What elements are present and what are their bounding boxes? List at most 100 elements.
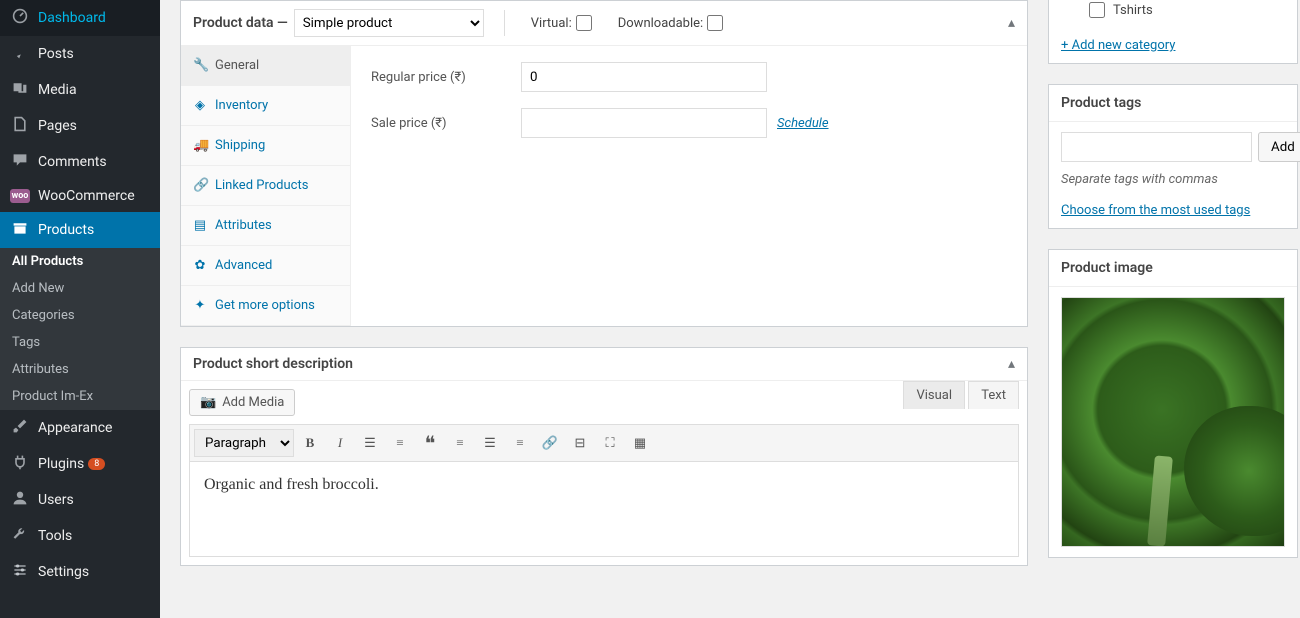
sub-categories[interactable]: Categories: [0, 302, 160, 329]
quote-button[interactable]: ❝: [416, 429, 444, 457]
products-submenu: All Products Add New Categories Tags Att…: [0, 248, 160, 410]
short-description-panel: Product short description ▴ 📷Add Media Vi…: [180, 347, 1028, 566]
menu-users[interactable]: Users: [0, 482, 160, 518]
choose-tags-link[interactable]: Choose from the most used tags: [1061, 203, 1250, 218]
sub-product-imex[interactable]: Product Im-Ex: [0, 383, 160, 410]
link-icon: 🔗: [193, 178, 207, 193]
woo-icon: woo: [10, 189, 30, 203]
menu-label: Products: [38, 222, 94, 238]
tab-inventory[interactable]: ◈Inventory: [181, 86, 350, 126]
media-icon: [10, 80, 30, 100]
dashboard-icon: [10, 8, 30, 28]
add-category-link[interactable]: + Add new category: [1061, 38, 1175, 53]
sub-attributes[interactable]: Attributes: [0, 356, 160, 383]
panel-toggle-icon[interactable]: ▴: [1008, 15, 1015, 31]
sparkle-icon: ✦: [193, 298, 207, 313]
product-image-box: Product image: [1048, 249, 1298, 558]
menu-plugins[interactable]: Plugins 8: [0, 446, 160, 482]
tab-get-more[interactable]: ✦Get more options: [181, 286, 350, 326]
image-title: Product image: [1049, 250, 1297, 287]
menu-posts[interactable]: Posts: [0, 36, 160, 72]
panel-toggle-icon[interactable]: ▴: [1008, 356, 1015, 372]
plugins-badge: 8: [88, 458, 105, 470]
camera-icon: 📷: [200, 395, 216, 410]
downloadable-checkbox-label[interactable]: Downloadable:: [618, 15, 723, 31]
product-image[interactable]: [1061, 297, 1285, 547]
sliders-icon: [10, 562, 30, 582]
regular-price-input[interactable]: [521, 62, 767, 92]
menu-label: Comments: [38, 154, 107, 170]
schedule-link[interactable]: Schedule: [777, 116, 829, 131]
tags-title: Product tags: [1049, 85, 1297, 122]
virtual-checkbox-label[interactable]: Virtual:: [531, 15, 592, 31]
tab-linked-products[interactable]: 🔗Linked Products: [181, 166, 350, 206]
link-button[interactable]: 🔗: [536, 429, 564, 457]
add-media-button[interactable]: 📷Add Media: [189, 389, 295, 416]
menu-settings[interactable]: Settings: [0, 554, 160, 590]
product-tags-box: Product tags Add Separate tags with comm…: [1048, 84, 1298, 229]
menu-appearance[interactable]: Appearance: [0, 410, 160, 446]
pin-icon: [10, 44, 30, 64]
menu-label: Plugins: [38, 456, 84, 472]
product-data-panel: Product data — Simple product Virtual: D…: [180, 0, 1028, 327]
add-tag-button[interactable]: Add: [1258, 132, 1300, 162]
readmore-button[interactable]: ⊟: [566, 429, 594, 457]
align-center-button[interactable]: ☰: [476, 429, 504, 457]
brush-icon: [10, 418, 30, 438]
toolbar-toggle-button[interactable]: ▦: [626, 429, 654, 457]
inventory-icon: ◈: [193, 98, 207, 113]
editor-tab-visual[interactable]: Visual: [903, 381, 965, 409]
menu-label: Settings: [38, 564, 89, 580]
tab-general[interactable]: 🔧General: [181, 46, 350, 86]
tags-hint: Separate tags with commas: [1061, 172, 1285, 187]
bold-button[interactable]: B: [296, 429, 324, 457]
sub-all-products[interactable]: All Products: [0, 248, 160, 275]
cat-tshirts-checkbox[interactable]: [1089, 2, 1105, 18]
menu-comments[interactable]: Comments: [0, 144, 160, 180]
page-icon: [10, 116, 30, 136]
virtual-checkbox[interactable]: [576, 15, 592, 31]
editor-toolbar: Paragraph B I ☰ ≡ ❝ ≡ ☰ ≡ 🔗 ⊟ ⛶ ▦: [189, 424, 1019, 462]
bullet-list-button[interactable]: ☰: [356, 429, 384, 457]
list-icon: ▤: [193, 218, 207, 233]
menu-pages[interactable]: Pages: [0, 108, 160, 144]
menu-label: Pages: [38, 118, 77, 134]
menu-tools[interactable]: Tools: [0, 518, 160, 554]
number-list-button[interactable]: ≡: [386, 429, 414, 457]
product-data-title: Product data —: [193, 15, 288, 31]
menu-woocommerce[interactable]: wooWooCommerce: [0, 180, 160, 212]
menu-dashboard[interactable]: Dashboard: [0, 0, 160, 36]
menu-label: Media: [38, 82, 77, 98]
gear-icon: ✿: [193, 258, 207, 273]
tab-shipping[interactable]: 🚚Shipping: [181, 126, 350, 166]
user-icon: [10, 490, 30, 510]
menu-products[interactable]: Products: [0, 212, 160, 248]
tags-input[interactable]: [1061, 132, 1252, 162]
menu-label: Posts: [38, 46, 74, 62]
sale-price-label: Sale price (₹): [371, 116, 521, 131]
align-left-button[interactable]: ≡: [446, 429, 474, 457]
align-right-button[interactable]: ≡: [506, 429, 534, 457]
product-data-tabs: 🔧General ◈Inventory 🚚Shipping 🔗Linked Pr…: [181, 46, 351, 326]
editor-content[interactable]: Organic and fresh broccoli.: [189, 462, 1019, 557]
tab-attributes[interactable]: ▤Attributes: [181, 206, 350, 246]
wrench-icon: [10, 526, 30, 546]
downloadable-checkbox[interactable]: [707, 15, 723, 31]
cat-label: Tshirts: [1113, 3, 1153, 18]
menu-media[interactable]: Media: [0, 72, 160, 108]
menu-label: Users: [38, 492, 74, 508]
sub-add-new[interactable]: Add New: [0, 275, 160, 302]
fullscreen-button[interactable]: ⛶: [596, 429, 624, 457]
tab-advanced[interactable]: ✿Advanced: [181, 246, 350, 286]
editor-tab-text[interactable]: Text: [968, 381, 1019, 409]
regular-price-label: Regular price (₹): [371, 70, 521, 85]
format-select[interactable]: Paragraph: [194, 429, 294, 457]
product-type-select[interactable]: Simple product: [294, 9, 484, 37]
short-desc-title: Product short description: [193, 356, 353, 372]
sale-price-input[interactable]: [521, 108, 767, 138]
sub-tags[interactable]: Tags: [0, 329, 160, 356]
menu-label: Appearance: [38, 420, 112, 436]
archive-icon: [10, 220, 30, 240]
italic-button[interactable]: I: [326, 429, 354, 457]
categories-box: Tshirts + Add new category: [1048, 0, 1298, 64]
